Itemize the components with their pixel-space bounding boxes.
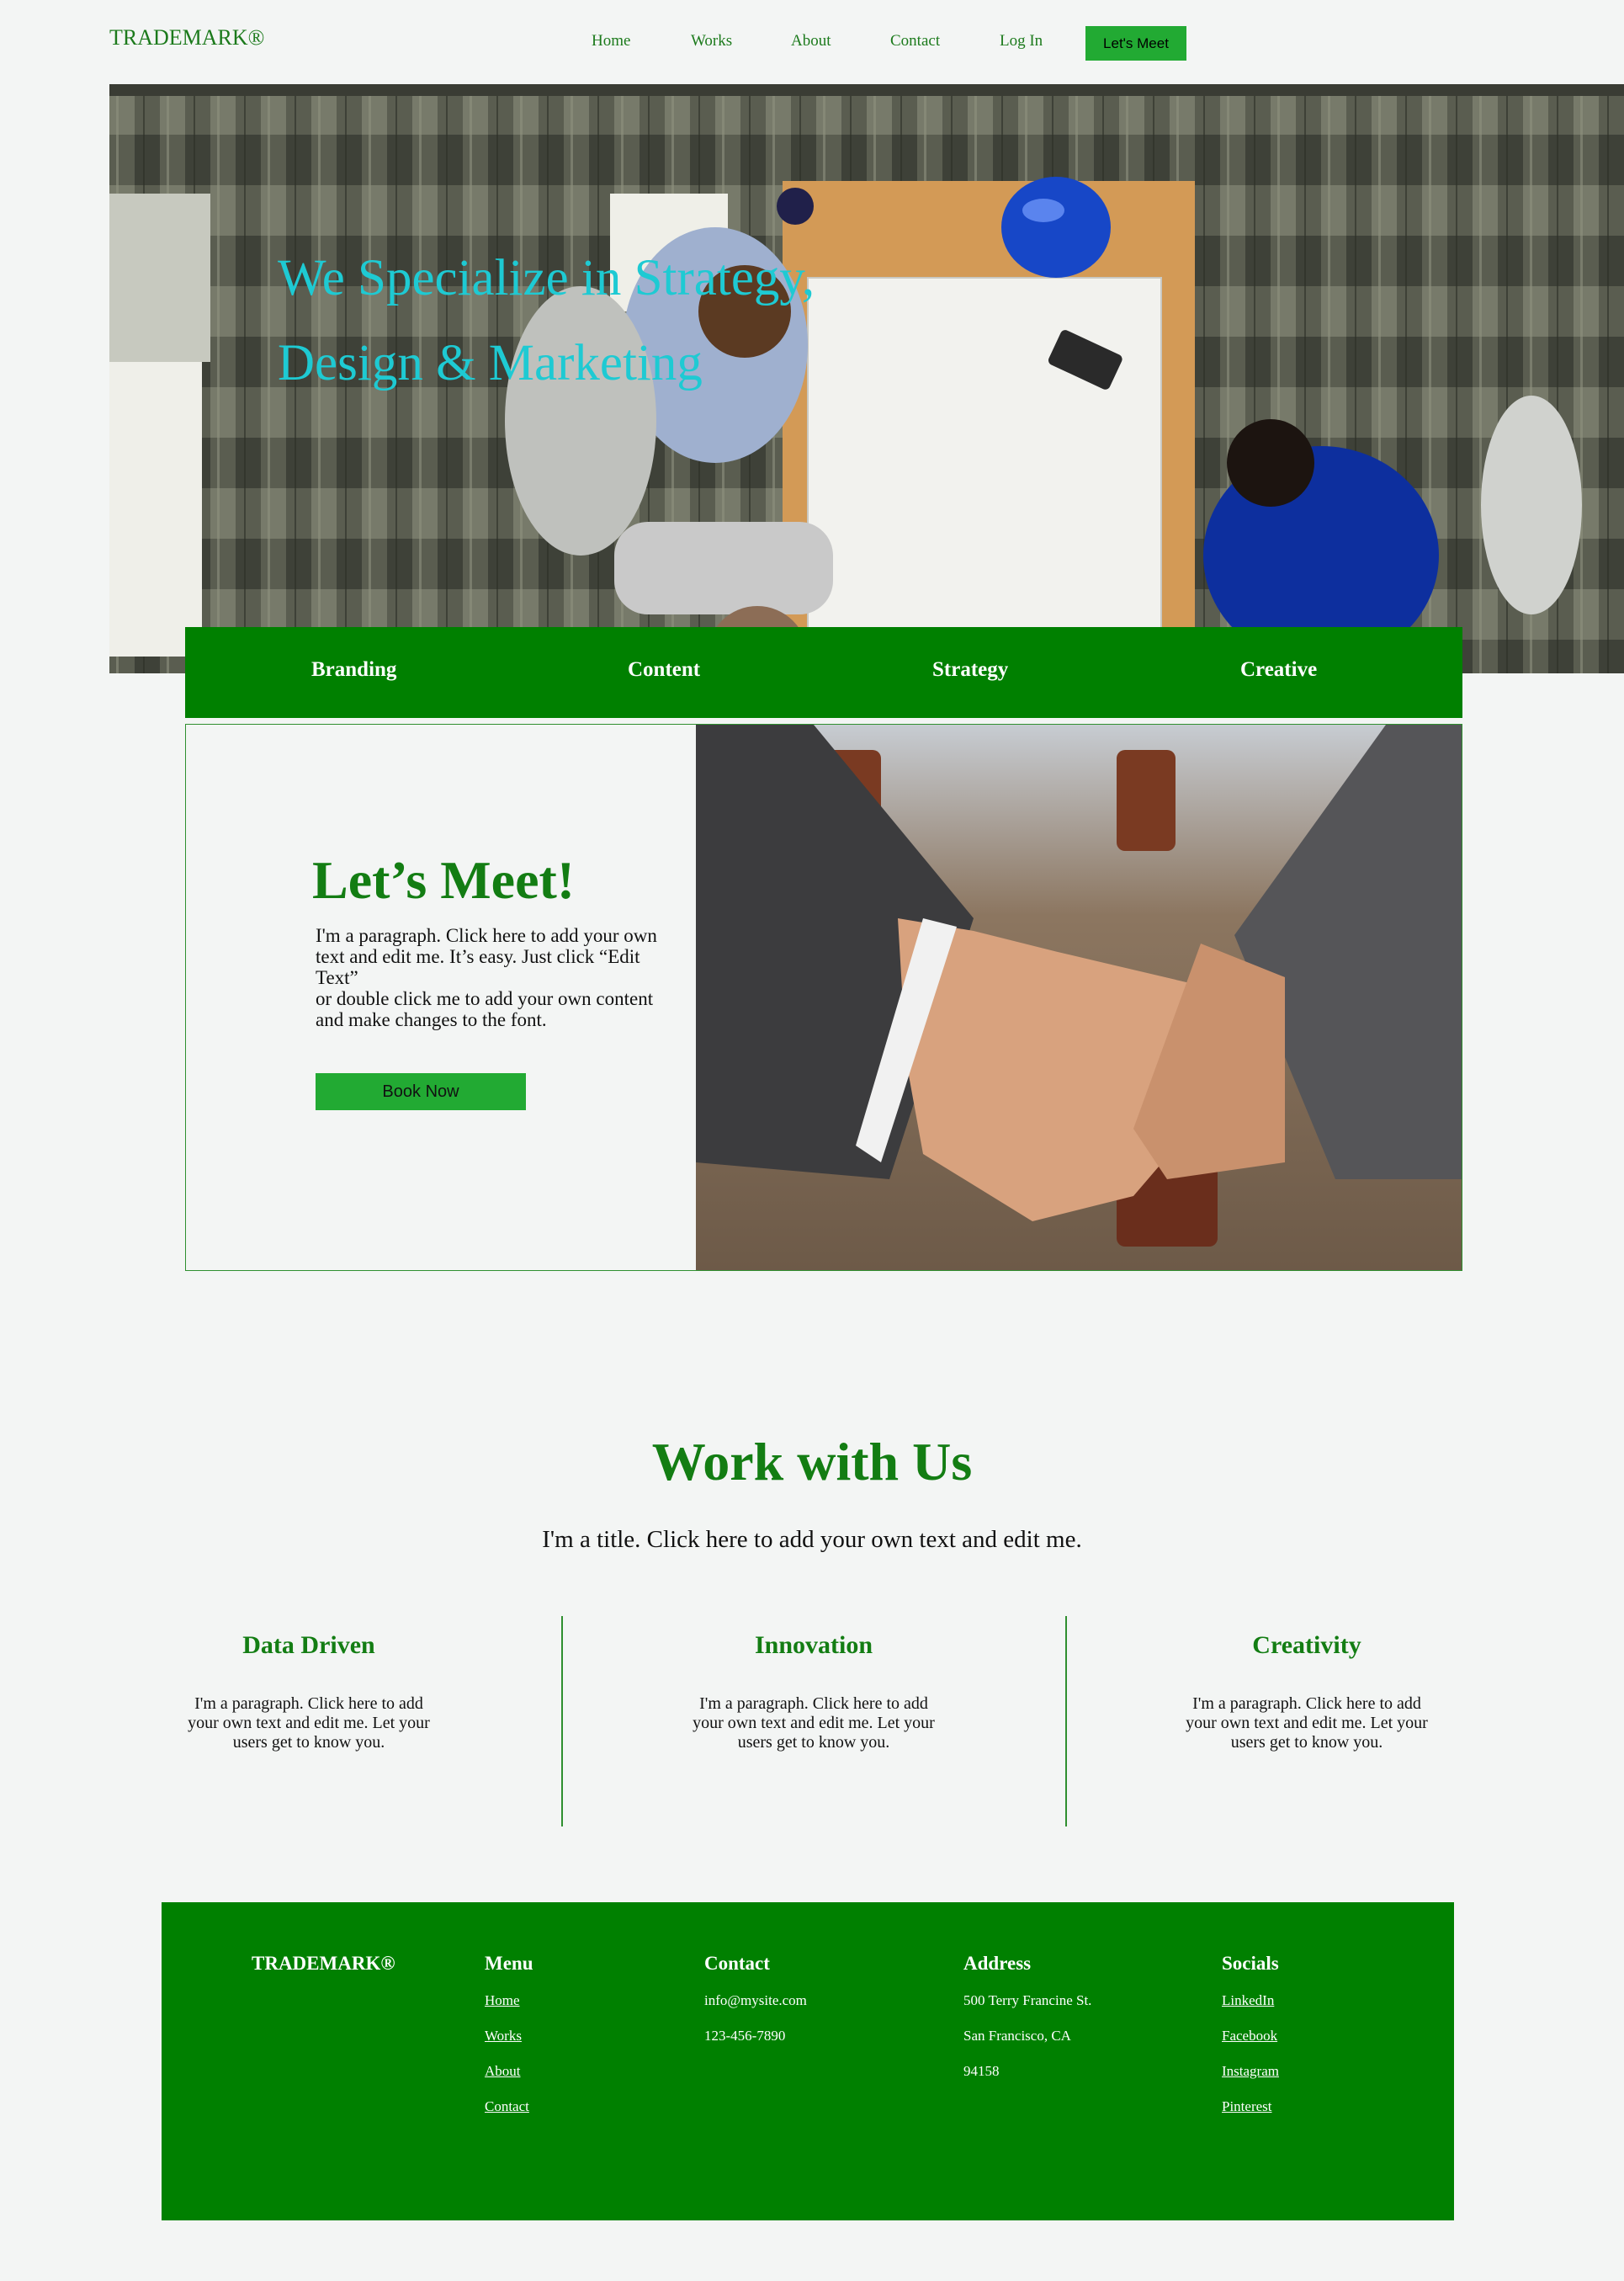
service-branding: Branding xyxy=(311,658,397,681)
hero-heading-line2: Design & Marketing xyxy=(278,335,703,391)
column-text-data-driven: I'm a paragraph. Click here to add your … xyxy=(188,1694,430,1752)
service-content: Content xyxy=(628,658,701,681)
column-title-innovation: Innovation xyxy=(754,1631,873,1659)
footer-link-home[interactable]: Home xyxy=(485,1992,520,2009)
footer-address-city: San Francisco, CA xyxy=(963,2028,1071,2044)
footer-address-heading: Address xyxy=(963,1953,1032,1974)
footer-address-street: 500 Terry Francine St. xyxy=(963,1992,1092,2008)
footer-link-works[interactable]: Works xyxy=(485,2028,522,2044)
lets-meet-section: Let’s Meet! I'm a paragraph. Click here … xyxy=(185,724,1462,1271)
footer-brand[interactable]: TRADEMARK® xyxy=(252,1953,395,1975)
services-bar: Branding Content Strategy Creative xyxy=(185,627,1462,718)
service-strategy: Strategy xyxy=(932,658,1009,681)
lets-meet-button[interactable]: Let's Meet xyxy=(1085,26,1186,61)
lets-meet-title: Let’s Meet! xyxy=(312,850,576,910)
hero-heading: We Specialize in Strategy, Design & Mark… xyxy=(278,236,1035,406)
service-creative: Creative xyxy=(1240,658,1318,681)
footer-menu-heading: Menu xyxy=(485,1953,533,1974)
nav-contact[interactable]: Contact xyxy=(890,32,940,51)
work-with-us-subtitle: I'm a title. Click here to add your own … xyxy=(542,1526,1082,1553)
nav-works[interactable]: Works xyxy=(691,32,732,51)
lets-meet-paragraph-1: I'm a paragraph. Click here to add your … xyxy=(316,925,657,988)
handshake-image xyxy=(696,725,1462,1270)
column-title-creativity: Creativity xyxy=(1252,1631,1361,1659)
lets-meet-paragraph-2: or double click me to add your own conte… xyxy=(316,988,654,1030)
hero-heading-line1: We Specialize in Strategy, xyxy=(278,250,815,306)
footer-link-contact[interactable]: Contact xyxy=(485,2098,529,2115)
book-now-button[interactable]: Book Now xyxy=(316,1073,526,1110)
column-text-creativity: I'm a paragraph. Click here to add your … xyxy=(1186,1694,1428,1752)
footer-link-about[interactable]: About xyxy=(485,2063,521,2080)
footer-social-instagram[interactable]: Instagram xyxy=(1222,2063,1279,2080)
footer-social-facebook[interactable]: Facebook xyxy=(1222,2028,1277,2044)
footer-address-zip: 94158 xyxy=(963,2063,1000,2079)
footer-contact-heading: Contact xyxy=(704,1953,770,1974)
work-with-us-title: Work with Us xyxy=(651,1432,973,1491)
lets-meet-paragraph: I'm a paragraph. Click here to add your … xyxy=(316,925,686,1030)
nav-login[interactable]: Log In xyxy=(1000,32,1043,51)
column-divider xyxy=(1065,1616,1067,1826)
column-text-innovation: I'm a paragraph. Click here to add your … xyxy=(693,1694,935,1752)
nav-home[interactable]: Home xyxy=(592,32,630,51)
footer-social-pinterest[interactable]: Pinterest xyxy=(1222,2098,1272,2115)
column-title-data-driven: Data Driven xyxy=(242,1631,375,1659)
footer-phone: 123-456-7890 xyxy=(704,2028,786,2044)
footer: TRADEMARK® Menu Home Works About Contact… xyxy=(162,1902,1454,2220)
brand-logo[interactable]: TRADEMARK® xyxy=(109,25,264,51)
footer-socials-heading: Socials xyxy=(1222,1953,1279,1974)
footer-email: info@mysite.com xyxy=(704,1992,807,2008)
nav-about[interactable]: About xyxy=(791,32,831,51)
column-divider xyxy=(561,1616,563,1826)
footer-social-linkedin[interactable]: LinkedIn xyxy=(1222,1992,1274,2009)
